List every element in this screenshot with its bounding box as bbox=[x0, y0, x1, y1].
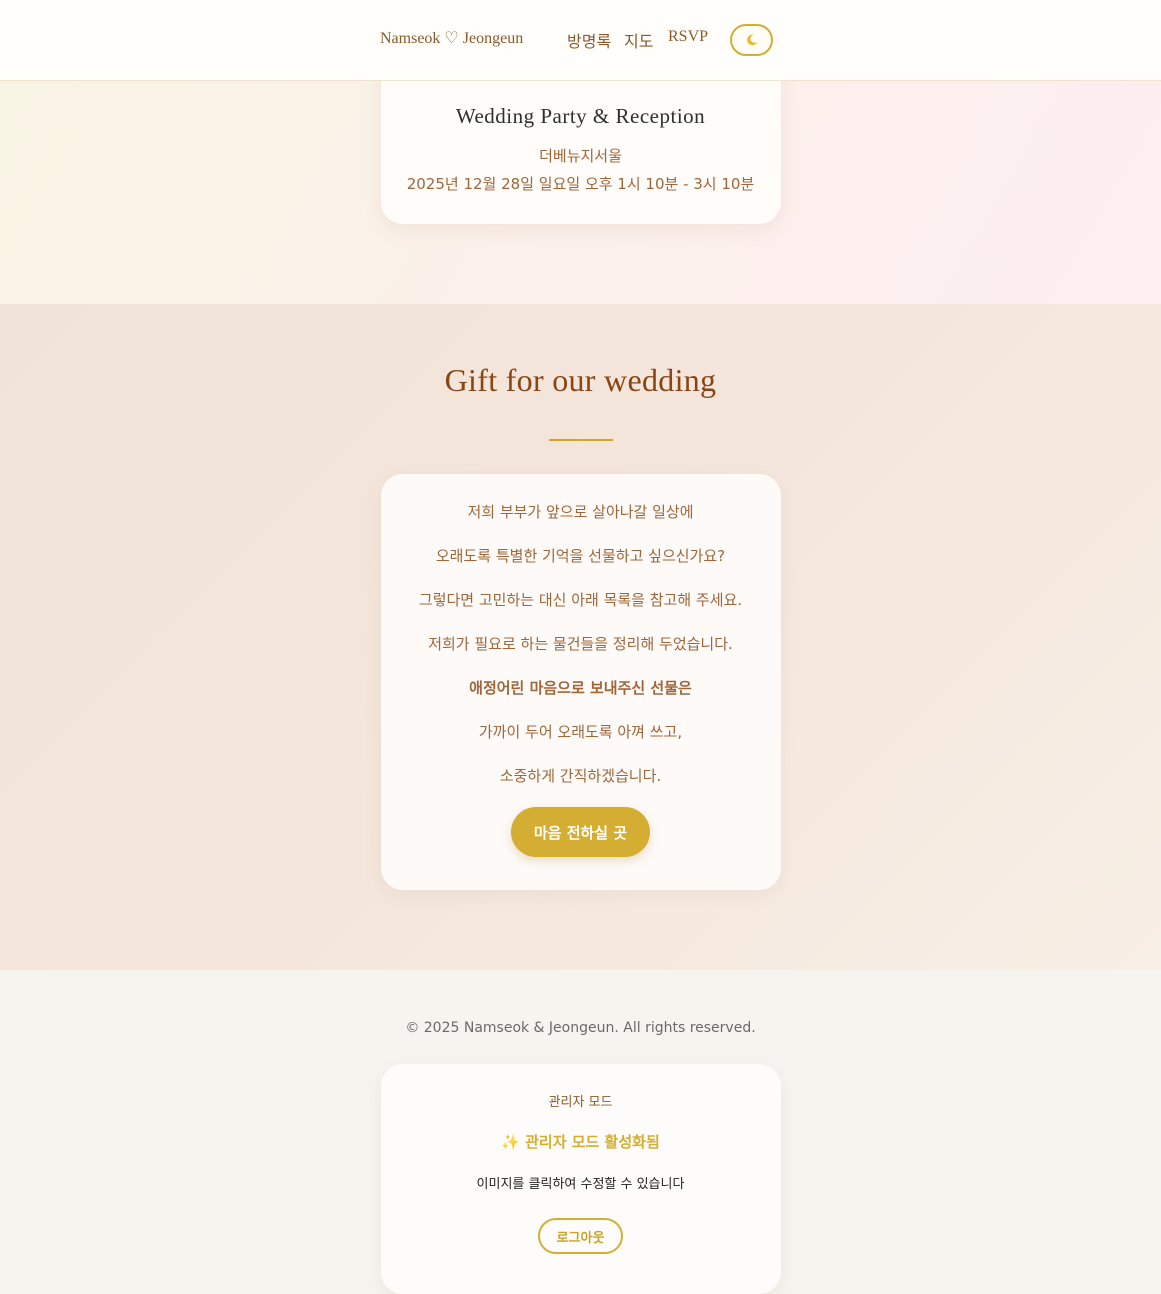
gift-account-button[interactable]: 마음 전하실 곳 bbox=[511, 807, 650, 857]
moon-icon bbox=[746, 34, 757, 46]
gift-divider bbox=[549, 439, 613, 441]
gift-message-line: 가까이 두어 오래도록 아껴 쓰고, bbox=[478, 723, 683, 741]
nav-rsvp[interactable]: RSVP bbox=[668, 28, 708, 46]
site-header: Namseok ♡ Jeongeun 방명록 지도 RSVP bbox=[0, 0, 1161, 81]
reception-venue: 더베뉴지서울 bbox=[539, 147, 622, 165]
gift-message-line: 소중하게 간직하겠습니다. bbox=[499, 767, 662, 785]
reception-datetime: 2025년 12월 28일 일요일 오후 1시 10분 - 3시 10분 bbox=[406, 175, 755, 193]
gift-message-line: 애정어린 마음으로 보내주신 선물은 bbox=[469, 679, 692, 697]
nav-map[interactable]: 지도 bbox=[624, 28, 653, 52]
gift-message-line: 오래도록 특별한 기억을 선물하고 싶으신가요? bbox=[435, 547, 726, 565]
copyright-text: © 2025 Namseok & Jeongeun. All rights re… bbox=[405, 1020, 756, 1036]
admin-hint-text: 이미지를 클릭하여 수정할 수 있습니다 bbox=[476, 1177, 685, 1192]
theme-toggle-button[interactable] bbox=[730, 24, 773, 56]
logout-button[interactable]: 로그아웃 bbox=[538, 1218, 623, 1254]
admin-status-badge: ✨ 관리자 모드 활성화됨 bbox=[501, 1133, 660, 1151]
nav-guestbook[interactable]: 방명록 bbox=[567, 28, 611, 52]
admin-mode-label: 관리자 모드 bbox=[548, 1095, 613, 1110]
gift-title: Gift for our wedding bbox=[444, 362, 717, 398]
brand-title[interactable]: Namseok ♡ Jeongeun bbox=[380, 28, 523, 48]
reception-title: Wedding Party & Reception bbox=[455, 104, 706, 128]
gift-message-line: 저희 부부가 앞으로 살아나갈 일상에 bbox=[467, 503, 694, 521]
gift-message-line: 저희가 필요로 하는 물건들을 정리해 두었습니다. bbox=[428, 635, 733, 653]
gift-message-line: 그렇다면 고민하는 대신 아래 목록을 참고해 주세요. bbox=[418, 591, 743, 609]
